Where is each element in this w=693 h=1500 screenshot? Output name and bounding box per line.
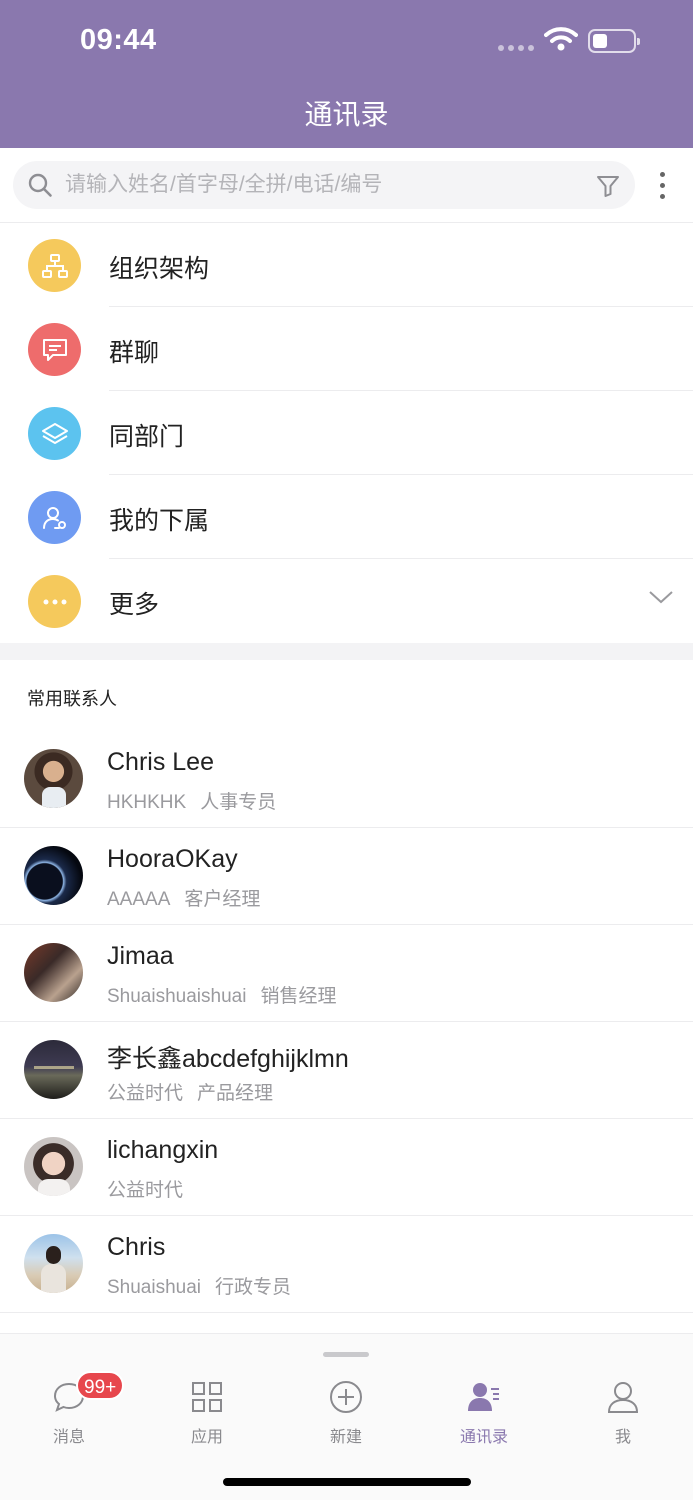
menu-label: 同部门 (109, 423, 185, 451)
search-bar[interactable] (13, 161, 635, 209)
contact-subtitle: Shuaishuaishuai 销售经理 (107, 986, 337, 1007)
more-options-icon[interactable] (650, 170, 674, 202)
menu-label: 更多 (109, 591, 160, 619)
person-icon (607, 1382, 639, 1413)
section-gap (0, 643, 693, 660)
ellipsis-icon (28, 575, 81, 628)
tab-label: 消息 (52, 1429, 85, 1446)
chat-bubble-icon (28, 323, 81, 376)
contact-row[interactable]: Jimaa Shuaishuaishuai 销售经理 (0, 925, 693, 1022)
apps-grid-icon (192, 1382, 222, 1412)
filter-icon[interactable] (595, 173, 621, 199)
contact-subtitle: 公益时代 产品经理 (107, 1083, 274, 1104)
contact-row[interactable]: 李长鑫abcdefghijklmn 公益时代 产品经理 (0, 1022, 693, 1119)
contact-name: Jimaa (107, 942, 174, 970)
menu-item-my-subordinates[interactable]: 我的下属 (0, 475, 693, 559)
contacts-icon (468, 1383, 499, 1411)
home-indicator (223, 1478, 471, 1486)
avatar (24, 1234, 83, 1293)
status-time: 09:44 (80, 24, 157, 56)
subordinate-icon (28, 491, 81, 544)
contact-subtitle: 公益时代 (107, 1180, 184, 1201)
tab-label: 新建 (329, 1429, 362, 1446)
chevron-down-icon[interactable] (648, 589, 674, 605)
contact-subtitle: Shuaishuai 行政专员 (107, 1277, 292, 1298)
section-title-frequent-contacts: 常用联系人 (27, 689, 117, 709)
avatar (24, 1137, 83, 1196)
menu-item-more[interactable]: 更多 (0, 559, 693, 643)
avatar (24, 1040, 83, 1099)
org-chart-icon (28, 239, 81, 292)
layers-icon (28, 407, 81, 460)
contact-row[interactable]: Chris Shuaishuai 行政专员 (0, 1216, 693, 1313)
contact-row[interactable]: Chris Lee HKHKHK 人事专员 (0, 731, 693, 828)
search-icon (28, 173, 52, 197)
cellular-signal-icon (498, 45, 536, 51)
header-bar: 09:44 通讯录 (0, 0, 693, 148)
contact-name: HooraOKay (107, 845, 238, 873)
tab-contacts[interactable]: 通讯录 (434, 1368, 534, 1448)
tab-label: 我 (614, 1429, 631, 1446)
menu-item-same-department[interactable]: 同部门 (0, 391, 693, 475)
contact-row[interactable]: lichangxin 公益时代 (0, 1119, 693, 1216)
menu-item-group-chat[interactable]: 群聊 (0, 307, 693, 391)
tab-apps[interactable]: 应用 (157, 1368, 257, 1448)
page-title: 通讯录 (304, 99, 389, 130)
contact-row[interactable]: HooraOKay AAAAA 客户经理 (0, 828, 693, 925)
tab-label: 应用 (190, 1429, 223, 1446)
contact-name: lichangxin (107, 1136, 219, 1164)
battery-icon (588, 29, 640, 53)
contact-name: Chris (107, 1233, 166, 1261)
avatar (24, 749, 83, 808)
bottom-tab-bar: 消息 99+ 应用 新建 通讯录 我 (0, 1333, 693, 1500)
tab-label: 通讯录 (459, 1429, 508, 1446)
contact-subtitle: HKHKHK 人事专员 (107, 792, 277, 813)
avatar (24, 846, 83, 905)
menu-label: 组织架构 (109, 255, 210, 283)
tab-me[interactable]: 我 (573, 1368, 673, 1448)
unread-badge: 99+ (76, 1371, 125, 1400)
contact-subtitle: AAAAA 客户经理 (107, 889, 261, 910)
search-input[interactable] (65, 161, 585, 209)
menu-item-org-structure[interactable]: 组织架构 (0, 223, 693, 307)
contact-name: 李长鑫abcdefghijklmn (107, 1045, 349, 1073)
wifi-icon (544, 27, 578, 51)
tab-new[interactable]: 新建 (296, 1368, 396, 1448)
drag-handle[interactable] (323, 1352, 369, 1357)
contact-name: Chris Lee (107, 748, 214, 776)
avatar (24, 943, 83, 1002)
menu-label: 群聊 (109, 339, 160, 367)
plus-circle-icon (330, 1381, 362, 1413)
menu-label: 我的下属 (109, 507, 210, 535)
